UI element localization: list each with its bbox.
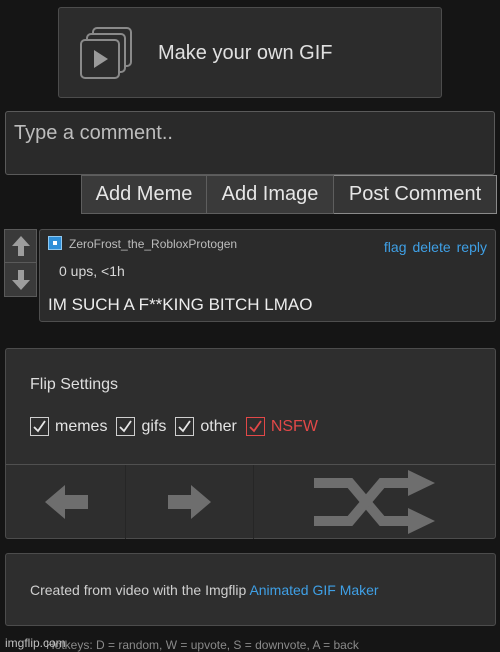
vote-controls	[4, 229, 37, 297]
shuffle-icon	[313, 470, 435, 534]
flip-settings-panel: Flip Settings memes gifs other NSFW	[5, 348, 496, 539]
hotkeys-text: Hotkeys: D = random, W = upvote, S = dow…	[46, 638, 359, 652]
checkmark-icon	[119, 420, 133, 433]
filter-nsfw[interactable]: NSFW	[245, 417, 318, 436]
comment-text: IM SUCH A F**KING BITCH LMAO	[48, 295, 313, 314]
comment-card: ZeroFrost_the_RobloxProtogen flag delete…	[39, 229, 496, 322]
gif-maker-link[interactable]: Animated GIF Maker	[249, 582, 378, 598]
filter-other[interactable]: other	[175, 417, 237, 436]
checkmark-icon	[33, 420, 46, 433]
filter-label: memes	[55, 417, 108, 435]
gifs-checkbox[interactable]	[116, 417, 136, 436]
comment-actions: flag delete reply	[384, 239, 487, 255]
gif-frames-icon	[80, 27, 132, 79]
add-meme-button[interactable]: Add Meme	[81, 175, 207, 214]
comment-button-row: Add Meme Add Image Post Comment	[81, 175, 497, 214]
filter-memes[interactable]: memes	[30, 417, 107, 436]
random-button[interactable]	[254, 465, 495, 539]
avatar[interactable]	[48, 236, 62, 250]
checkmark-icon	[249, 420, 262, 433]
forward-button[interactable]	[126, 465, 254, 539]
comment-username[interactable]: ZeroFrost_the_RobloxProtogen	[69, 237, 237, 251]
reply-link[interactable]: reply	[457, 239, 487, 255]
filter-gifs[interactable]: gifs	[116, 417, 166, 436]
checkmark-icon	[178, 420, 192, 433]
info-panel: Created from video with the Imgflip Anim…	[5, 553, 496, 626]
arrow-up-icon	[11, 236, 30, 256]
info-text: Created from video with the Imgflip Anim…	[30, 582, 379, 598]
filter-list: memes gifs other NSFW	[30, 417, 327, 436]
filter-label: other	[200, 417, 237, 435]
info-label: Created from video with the Imgflip	[30, 582, 250, 598]
post-comment-button[interactable]: Post Comment	[334, 175, 497, 214]
flag-link[interactable]: flag	[384, 239, 407, 255]
filter-label: gifs	[141, 417, 167, 435]
downvote-button[interactable]	[4, 263, 37, 297]
delete-link[interactable]: delete	[412, 239, 450, 255]
other-checkbox[interactable]	[175, 417, 195, 436]
flip-settings-title: Flip Settings	[30, 376, 119, 393]
memes-checkbox[interactable]	[30, 417, 49, 436]
filter-label: NSFW	[270, 417, 318, 435]
make-gif-button[interactable]: Make your own GIF	[58, 7, 442, 98]
comment-meta: 0 ups, <1h	[59, 263, 125, 279]
comment-input[interactable]	[5, 111, 495, 175]
upvote-button[interactable]	[4, 229, 37, 263]
nsfw-checkbox[interactable]	[245, 417, 265, 436]
add-image-button[interactable]: Add Image	[207, 175, 334, 214]
arrow-down-icon	[11, 269, 30, 290]
make-gif-label: Make your own GIF	[158, 42, 333, 64]
flip-nav-row	[6, 465, 495, 539]
imgflip-watermark: imgflip.com	[5, 636, 66, 650]
arrow-left-icon	[44, 485, 88, 519]
arrow-right-icon	[167, 485, 211, 519]
back-button[interactable]	[6, 465, 126, 539]
